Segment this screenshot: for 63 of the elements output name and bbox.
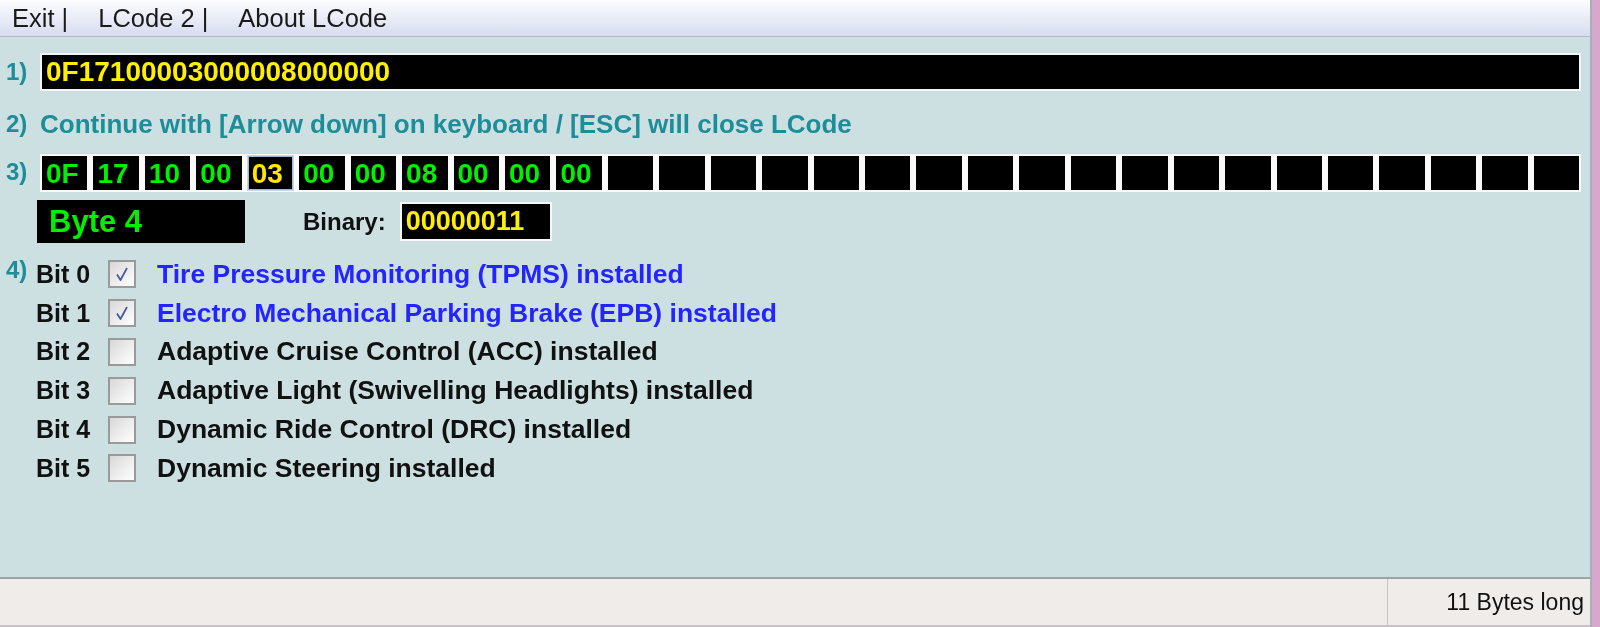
byte-field[interactable] (1430, 155, 1477, 190)
step-number: 2) (6, 112, 29, 136)
byte-field[interactable]: 00 (556, 155, 602, 190)
code-field[interactable]: 0F17100003000008000000 (40, 53, 1581, 91)
byte-field[interactable] (762, 155, 808, 190)
byte-field[interactable]: 00 (350, 155, 397, 190)
option-label: Tire Pressure Monitoring (TPMS) installed (157, 258, 684, 290)
checkbox[interactable] (108, 260, 136, 289)
menu-item[interactable]: LCode 2 | (98, 3, 209, 33)
byte-field[interactable] (710, 155, 757, 190)
byte-field[interactable]: 03 (247, 155, 294, 190)
binary-label: Binary: (303, 207, 386, 236)
menu-item[interactable]: About LCode (238, 3, 388, 33)
byte-field[interactable]: 00 (196, 155, 242, 190)
byte-field[interactable] (659, 155, 705, 190)
checkbox[interactable] (108, 338, 136, 366)
byte-field[interactable] (813, 155, 859, 190)
bit-label: Bit 3 (36, 376, 92, 406)
checkbox[interactable] (108, 376, 136, 405)
byte-field[interactable] (1276, 155, 1322, 190)
byte-field[interactable] (1327, 155, 1374, 190)
byte-field[interactable] (1070, 155, 1117, 190)
byte-field[interactable] (1122, 155, 1168, 190)
byte-field[interactable]: 00 (504, 155, 551, 190)
checkmark-icon (116, 267, 128, 282)
byte-field[interactable] (1225, 155, 1271, 190)
byte-field[interactable] (607, 155, 654, 190)
checkbox[interactable] (108, 454, 136, 483)
checkbox[interactable] (108, 415, 136, 444)
option-label: Electro Mechanical Parking Brake (EPB) installed (157, 297, 778, 329)
bit-label: Bit 2 (36, 337, 92, 367)
checkmark-icon (116, 306, 128, 321)
bit-label: Bit 0 (36, 259, 92, 289)
option-label: Adaptive Light (Swivelling Headlights) installed (157, 375, 754, 407)
binary-field[interactable]: 00000011 (399, 202, 552, 241)
byte-field[interactable]: 08 (402, 155, 448, 190)
byte-field[interactable]: 17 (93, 155, 139, 190)
byte-field[interactable] (1379, 155, 1425, 190)
instruction-text: Continue with [Arrow down] on keyboard / [ESC] will close LCode (40, 108, 852, 140)
byte-field[interactable] (1173, 155, 1220, 190)
byte-field[interactable] (1533, 155, 1580, 190)
byte-field[interactable] (1482, 155, 1528, 190)
bit-label: Bit 4 (36, 415, 92, 445)
byte-field[interactable]: 10 (144, 155, 191, 190)
byte-field[interactable] (865, 155, 911, 190)
status-text: 11 Bytes long (1445, 588, 1585, 617)
step-number: 4) (6, 255, 29, 282)
byte-field[interactable] (967, 155, 1014, 190)
bit-label: Bit 1 (36, 298, 92, 328)
bit-label: Bit 5 (36, 453, 92, 483)
byte-field[interactable] (916, 155, 962, 190)
byte-field[interactable]: 00 (453, 155, 499, 190)
byte-field[interactable] (1019, 155, 1065, 190)
option-label: Dynamic Steering installed (157, 452, 496, 484)
checkbox[interactable] (108, 299, 136, 328)
step-number: 1) (6, 60, 29, 84)
byte-field[interactable]: 00 (299, 155, 345, 190)
byte-field[interactable]: 0F (42, 155, 88, 190)
option-label: Adaptive Cruise Control (ACC) installed (157, 336, 658, 368)
option-label: Dynamic Ride Control (DRC) installed (157, 414, 632, 446)
step-number: 3) (6, 160, 29, 184)
menu-item[interactable]: Exit | (12, 3, 69, 33)
byte-title: Byte 4 (37, 200, 245, 243)
